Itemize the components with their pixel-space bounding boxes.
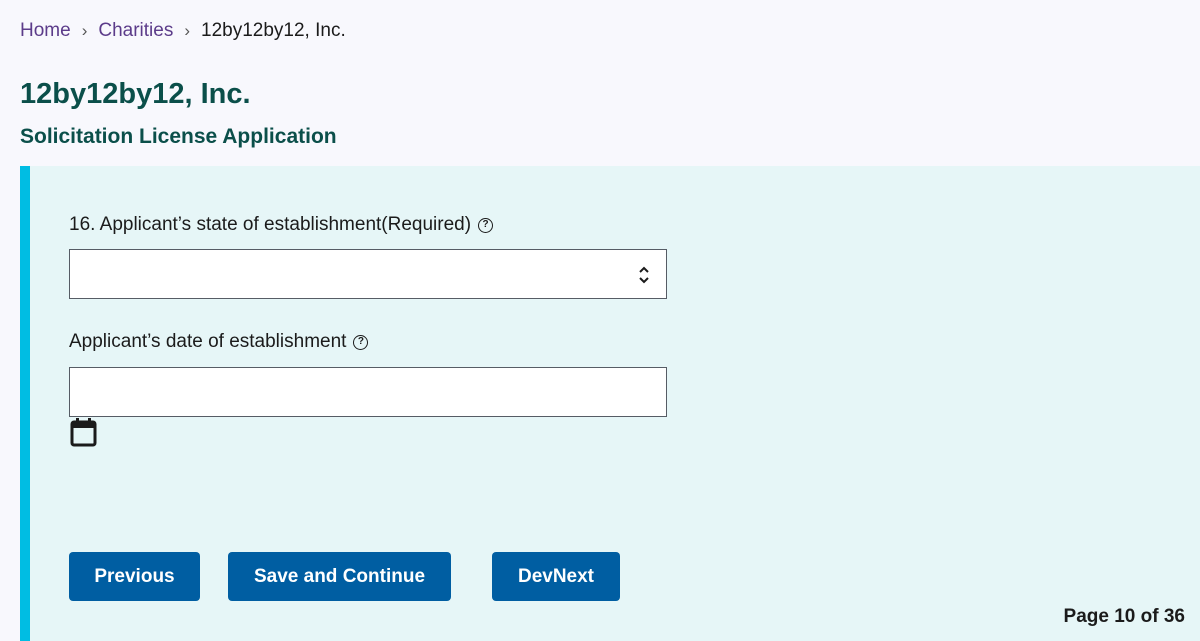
question-circle-icon[interactable]: ? bbox=[478, 217, 494, 233]
select-arrows-icon bbox=[639, 266, 649, 284]
page-title: 12by12by12, Inc. bbox=[20, 78, 251, 110]
breadcrumb: Home › Charities › 12by12by12, Inc. bbox=[20, 20, 346, 42]
breadcrumb-charities-link[interactable]: Charities bbox=[98, 20, 173, 42]
dev-next-button[interactable]: DevNext bbox=[492, 552, 620, 601]
form-panel: 16. Applicant’s state of establishment(R… bbox=[20, 166, 1200, 641]
state-field-label-text: 16. Applicant’s state of establishment(R… bbox=[69, 214, 472, 235]
state-select[interactable] bbox=[69, 249, 667, 299]
form-subtitle: Solicitation License Application bbox=[20, 125, 337, 148]
breadcrumb-current: 12by12by12, Inc. bbox=[201, 20, 346, 41]
date-field-label: Applicant’s date of establishment ? bbox=[69, 331, 369, 353]
state-field-label: 16. Applicant’s state of establishment(R… bbox=[69, 214, 494, 236]
date-field-label-text: Applicant’s date of establishment bbox=[69, 331, 347, 352]
chevron-right-icon: › bbox=[184, 21, 191, 40]
date-input[interactable] bbox=[69, 367, 667, 417]
question-circle-icon[interactable]: ? bbox=[353, 334, 369, 350]
previous-button[interactable]: Previous bbox=[69, 552, 200, 601]
calendar-icon[interactable] bbox=[70, 416, 97, 447]
page-indicator: Page 10 of 36 bbox=[1063, 606, 1185, 627]
breadcrumb-home-link[interactable]: Home bbox=[20, 20, 71, 42]
chevron-right-icon: › bbox=[81, 21, 88, 40]
save-and-continue-button[interactable]: Save and Continue bbox=[228, 552, 451, 601]
